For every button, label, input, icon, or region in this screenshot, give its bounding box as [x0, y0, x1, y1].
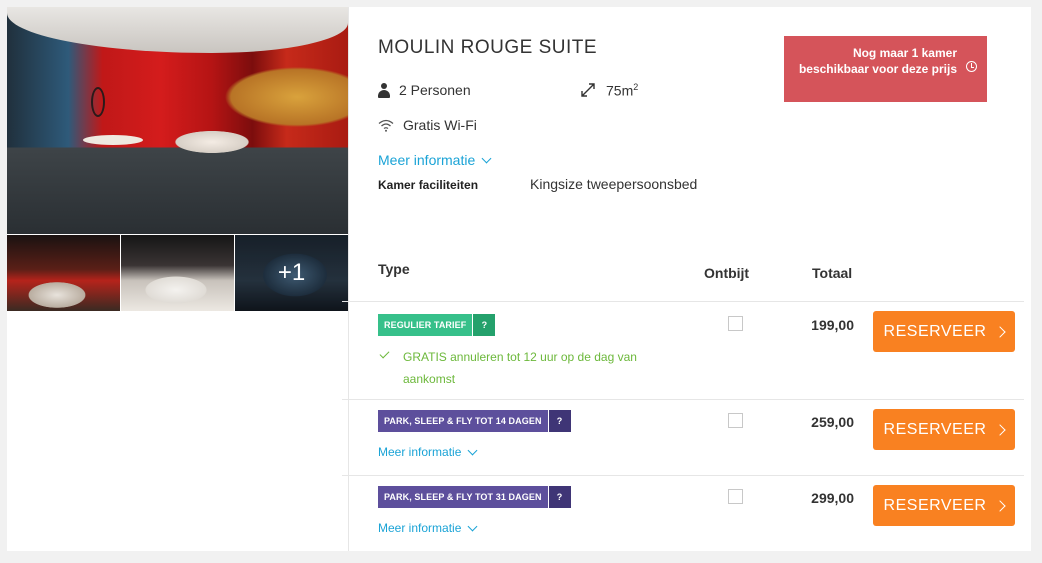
rate-price: 299,00 [811, 490, 854, 506]
rate-tag-label: REGULIER TARIEF [378, 314, 473, 336]
person-icon [378, 82, 390, 98]
thumbnail-2[interactable] [121, 235, 234, 311]
rate-row: PARK, SLEEP & FLY TOT 31 DAGEN ? Meer in… [342, 476, 1024, 551]
chevron-right-icon [994, 423, 1007, 436]
wifi-label: Gratis Wi-Fi [403, 117, 477, 133]
reserve-button[interactable]: RESERVEER [873, 485, 1015, 526]
reserve-button[interactable]: RESERVEER [873, 311, 1015, 352]
more-info-label: Meer informatie [378, 445, 462, 459]
rate-row: REGULIER TARIEF ? GRATIS annuleren tot 1… [342, 302, 1024, 399]
free-cancel-note: GRATIS annuleren tot 12 uur op de dag va… [378, 346, 678, 390]
rate-tag: REGULIER TARIEF ? [378, 314, 496, 336]
more-info-label: Meer informatie [378, 152, 476, 168]
rate-price: 259,00 [811, 414, 854, 430]
thumbnail-3[interactable]: +1 [235, 235, 348, 311]
persons-feature: 2 Personen [378, 82, 471, 98]
breakfast-checkbox[interactable] [728, 316, 743, 331]
chevron-down-icon [467, 445, 478, 455]
column-header-total: Totaal [812, 265, 853, 281]
availability-alert: Nog maar 1 kamer beschikbaar voor deze p… [784, 36, 987, 102]
size-feature: 75m2 [580, 82, 638, 99]
rate-help-button[interactable]: ? [548, 486, 571, 508]
room-more-info-link[interactable]: Meer informatie [378, 152, 492, 168]
reserve-button[interactable]: RESERVEER [873, 409, 1015, 450]
wifi-feature: Gratis Wi-Fi [378, 117, 477, 133]
photo-mirror [91, 87, 105, 117]
more-info-label: Meer informatie [378, 521, 462, 535]
facilities-label: Kamer faciliteiten [378, 178, 479, 192]
availability-alert-text: Nog maar 1 kamer beschikbaar voor deze p… [798, 46, 957, 76]
column-header-type: Type [378, 261, 410, 277]
expand-icon [581, 83, 595, 98]
rate-more-info-link[interactable]: Meer informatie [378, 445, 478, 459]
main-room-photo[interactable] [7, 7, 348, 234]
wifi-icon [378, 119, 394, 132]
chevron-down-icon [467, 521, 478, 531]
size-label: 75m2 [606, 82, 639, 99]
clock-icon [966, 61, 977, 72]
persons-label: 2 Personen [399, 82, 471, 98]
thumbnail-strip: +1 [7, 235, 348, 311]
rate-more-info-link[interactable]: Meer informatie [378, 521, 478, 535]
column-header-breakfast: Ontbijt [704, 265, 750, 281]
rate-tag: PARK, SLEEP & FLY TOT 31 DAGEN ? [378, 486, 571, 508]
reserve-button-label: RESERVEER [883, 496, 987, 514]
rate-help-button[interactable]: ? [548, 410, 571, 432]
breakfast-checkbox[interactable] [728, 489, 743, 504]
room-title: MOULIN ROUGE SUITE [378, 37, 598, 58]
rate-row: PARK, SLEEP & FLY TOT 14 DAGEN ? Meer in… [342, 400, 1024, 475]
rate-tag-label: PARK, SLEEP & FLY TOT 14 DAGEN [378, 410, 548, 432]
thumbnail-1[interactable] [7, 235, 120, 311]
rate-help-button[interactable]: ? [473, 314, 496, 336]
chevron-right-icon [994, 325, 1007, 338]
rate-tag: PARK, SLEEP & FLY TOT 14 DAGEN ? [378, 410, 571, 432]
reserve-button-label: RESERVEER [883, 322, 987, 340]
photo-sink [83, 135, 143, 145]
photo-ceiling [7, 7, 348, 53]
facilities-value: Kingsize tweepersoonsbed [530, 176, 698, 192]
free-cancel-text: GRATIS annuleren tot 12 uur op de dag va… [403, 350, 637, 386]
photo-gallery: +1 [7, 7, 348, 311]
chevron-right-icon [994, 499, 1007, 512]
more-photos-count[interactable]: +1 [235, 235, 348, 311]
rate-price: 199,00 [811, 317, 854, 333]
chevron-down-icon [481, 153, 492, 163]
reserve-button-label: RESERVEER [883, 420, 987, 438]
rate-tag-label: PARK, SLEEP & FLY TOT 31 DAGEN [378, 486, 548, 508]
breakfast-checkbox[interactable] [728, 413, 743, 428]
